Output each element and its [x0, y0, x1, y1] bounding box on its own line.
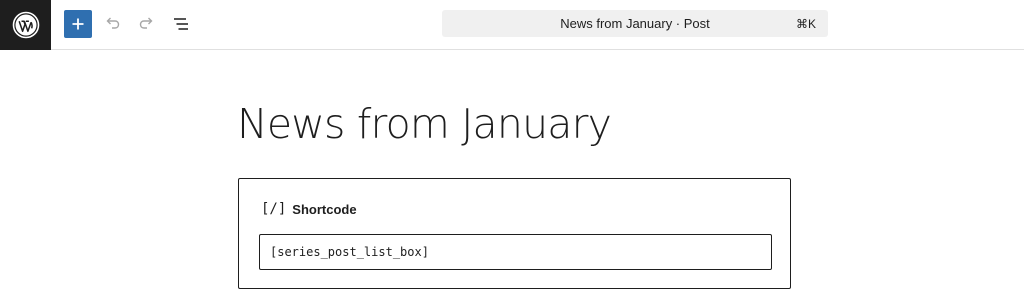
shortcode-block-label: Shortcode [292, 201, 357, 217]
document-overview-icon [174, 18, 188, 30]
add-block-button[interactable] [64, 10, 92, 38]
document-overview-button[interactable] [170, 13, 192, 35]
shortcode-block[interactable]: [/] Shortcode [238, 178, 791, 289]
plus-icon [72, 18, 84, 30]
redo-button[interactable] [136, 13, 158, 35]
shortcode-block-header: [/] Shortcode [261, 201, 357, 217]
wordpress-logo-button[interactable] [0, 0, 51, 50]
document-title: News from January · Post [560, 16, 710, 31]
shortcode-input[interactable] [259, 234, 772, 270]
editor-top-toolbar: News from January · Post ⌘K [0, 0, 1024, 50]
wordpress-logo-icon [12, 11, 39, 39]
command-palette-bar[interactable]: News from January · Post ⌘K [442, 10, 828, 37]
undo-icon [106, 17, 120, 29]
post-title[interactable]: News from January [237, 100, 612, 148]
undo-button[interactable] [101, 13, 123, 35]
redo-icon [139, 17, 153, 29]
shortcode-icon: [/] [261, 201, 287, 217]
keyboard-shortcut-hint: ⌘K [795, 16, 816, 31]
